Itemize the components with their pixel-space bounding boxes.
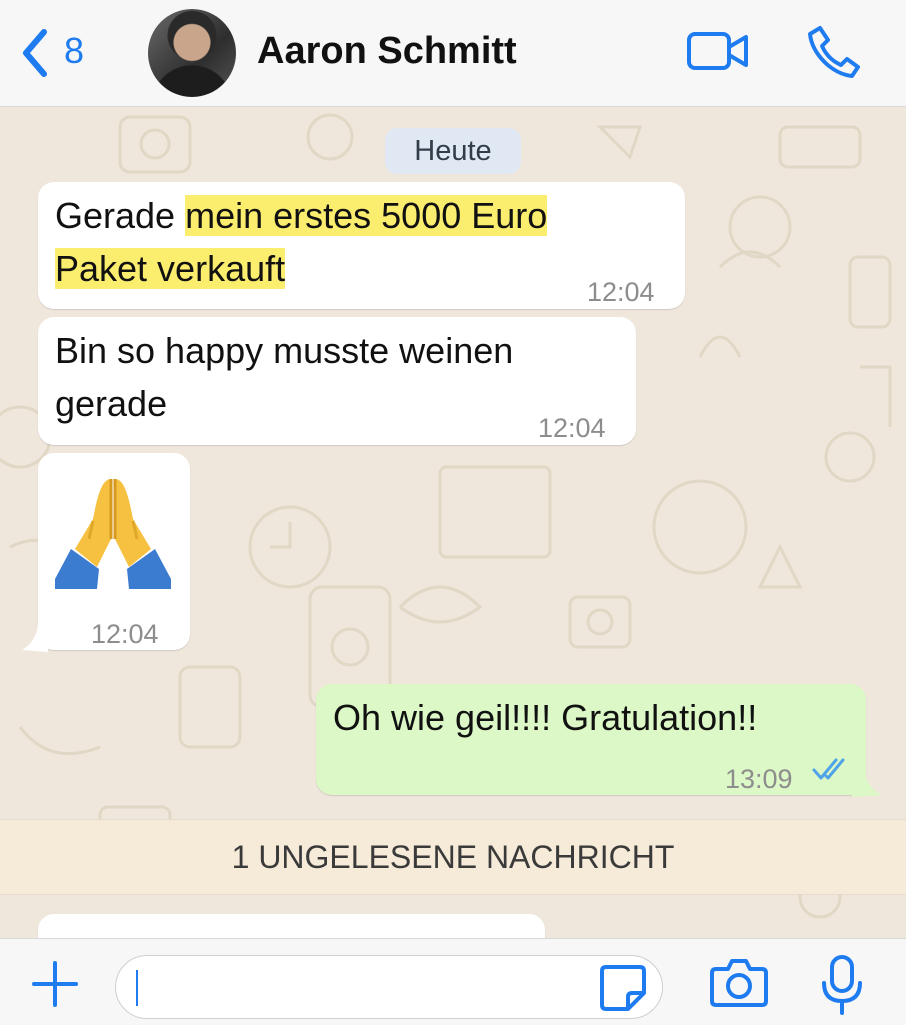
highlighted-text: Paket verkauft (55, 248, 286, 289)
date-chip: Heute (385, 128, 521, 174)
back-unread-count[interactable]: 8 (64, 30, 84, 72)
message-bubble-incoming[interactable]: Gerade mein erstes 5000 Euro Paket verka… (38, 182, 685, 309)
video-call-icon[interactable] (686, 28, 750, 76)
message-bubble-incoming[interactable]: Danke mein Lo (38, 914, 545, 938)
message-time: 13:09 (725, 764, 793, 794)
message-bubble-incoming[interactable]: Bin so happy musste weinen gerade 12:04 (38, 317, 636, 445)
message-input-bar (0, 938, 906, 1025)
contact-name[interactable]: Aaron Schmitt (257, 30, 517, 73)
read-ticks-icon (812, 758, 845, 780)
message-time: 12:04 (587, 277, 655, 307)
message-time: 12:04 (538, 413, 606, 443)
text-caret (136, 970, 138, 1006)
chat-area[interactable]: Heute Gerade mein erstes 5000 Euro Paket… (0, 107, 906, 938)
folded-hands-emoji-icon (55, 479, 171, 589)
plus-icon[interactable] (30, 959, 80, 1009)
chat-header: 8 Aaron Schmitt (0, 0, 906, 107)
message-input[interactable] (115, 955, 663, 1019)
bubble-tail (22, 622, 48, 652)
bubble-tail (852, 767, 882, 797)
message-bubble-incoming[interactable]: 12:04 (38, 453, 190, 650)
message-time: 12:04 (91, 619, 159, 649)
phone-call-icon[interactable] (806, 24, 862, 80)
message-text: Bin so happy musste weinen gerade (55, 324, 513, 430)
sticker-icon[interactable] (598, 963, 648, 1013)
microphone-icon[interactable] (820, 953, 864, 1017)
message-text: Danke mein Lo (55, 926, 297, 938)
message-line: Bin so happy musste weinen (55, 330, 514, 371)
contact-avatar[interactable] (148, 9, 236, 97)
message-text: Oh wie geil!!!! Gratulation!! (333, 697, 758, 738)
message-text-plain: Gerade (55, 195, 186, 236)
back-chevron-icon[interactable] (20, 28, 50, 78)
camera-icon[interactable] (710, 957, 768, 1009)
message-line: gerade (55, 383, 168, 424)
highlighted-text: mein erstes 5000 Euro (185, 195, 548, 236)
message-text: Gerade mein erstes 5000 Euro Paket verka… (55, 189, 548, 295)
message-bubble-outgoing[interactable]: Oh wie geil!!!! Gratulation!! 13:09 (316, 684, 866, 795)
unread-messages-banner: 1 UNGELESENE NACHRICHT (0, 819, 906, 895)
